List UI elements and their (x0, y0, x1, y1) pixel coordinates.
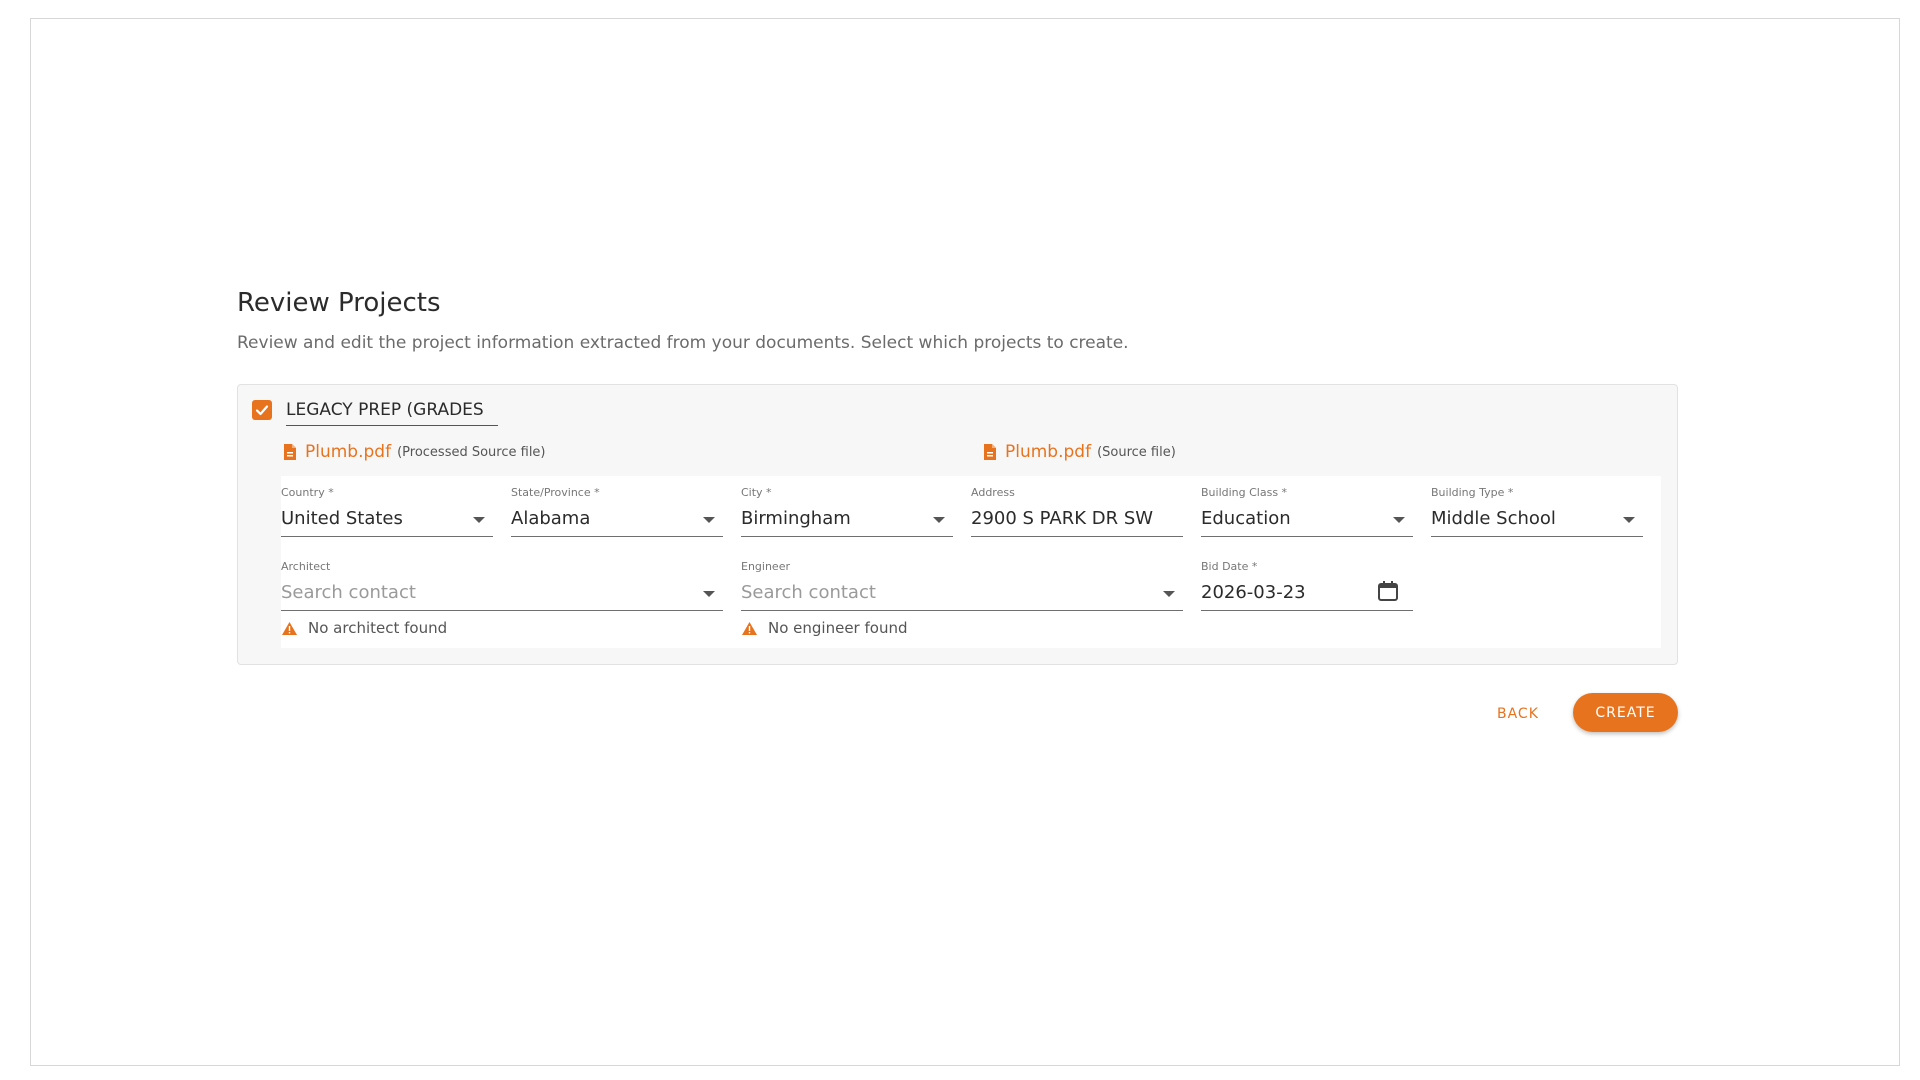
state-select[interactable]: State/Province * Alabama (511, 486, 723, 537)
country-label: Country * (281, 486, 334, 499)
chevron-down-icon[interactable] (933, 517, 945, 523)
project-fields: Country * United States State/Province *… (281, 476, 1661, 648)
engineer-placeholder: Search contact (741, 582, 876, 603)
create-button[interactable]: CREATE (1573, 693, 1678, 732)
project-checkbox[interactable] (252, 400, 272, 420)
field-underline (741, 610, 1183, 611)
calendar-icon[interactable] (1377, 580, 1399, 602)
source-file-note: (Source file) (1097, 444, 1176, 460)
field-underline (1201, 610, 1413, 611)
chevron-down-icon[interactable] (1163, 591, 1175, 597)
architect-placeholder: Search contact (281, 582, 416, 603)
engineer-search[interactable]: Engineer Search contact (741, 560, 1183, 611)
field-underline (281, 536, 493, 537)
back-button[interactable]: BACK (1489, 700, 1547, 728)
architect-search[interactable]: Architect Search contact (281, 560, 723, 611)
chevron-down-icon[interactable] (703, 517, 715, 523)
building-type-value: Middle School (1431, 508, 1556, 529)
warning-icon (742, 621, 757, 635)
source-file: Plumb.pdf (Source file) (983, 442, 1176, 462)
field-underline (1431, 536, 1643, 537)
chevron-down-icon[interactable] (1393, 517, 1405, 523)
engineer-warning-text: No engineer found (768, 619, 908, 637)
checkmark-icon (255, 405, 269, 416)
city-label: City * (741, 486, 772, 499)
field-underline (1201, 536, 1413, 537)
processed-file-link[interactable]: Plumb.pdf (305, 442, 391, 462)
building-class-select[interactable]: Building Class * Education (1201, 486, 1413, 537)
chevron-down-icon[interactable] (473, 517, 485, 523)
processed-file-note: (Processed Source file) (397, 444, 546, 460)
state-value: Alabama (511, 508, 591, 529)
address-label: Address (971, 486, 1015, 499)
architect-warning-text: No architect found (308, 619, 448, 637)
building-type-label: Building Type * (1431, 486, 1514, 499)
file-icon (284, 444, 296, 460)
architect-label: Architect (281, 560, 331, 573)
engineer-warning: No engineer found (741, 619, 907, 637)
city-value: Birmingham (741, 508, 851, 529)
project-name-input[interactable]: LEGACY PREP (GRADES (286, 395, 498, 426)
file-icon (984, 444, 996, 460)
country-select[interactable]: Country * United States (281, 486, 493, 537)
bid-date-value: 2026-03-23 (1201, 582, 1306, 603)
bid-date-label: Bid Date * (1201, 560, 1258, 573)
building-class-value: Education (1201, 508, 1291, 529)
address-field[interactable]: Address 2900 S PARK DR SW (971, 486, 1183, 537)
field-underline (741, 536, 953, 537)
warning-icon (282, 621, 297, 635)
architect-warning: No architect found (281, 619, 447, 637)
chevron-down-icon[interactable] (703, 591, 715, 597)
country-value: United States (281, 508, 403, 529)
engineer-label: Engineer (741, 560, 790, 573)
field-underline (511, 536, 723, 537)
source-file-link[interactable]: Plumb.pdf (1005, 442, 1091, 462)
page-title: Review Projects (237, 288, 441, 318)
field-underline (971, 536, 1183, 537)
processed-source-file: Plumb.pdf (Processed Source file) (283, 442, 546, 462)
building-type-select[interactable]: Building Type * Middle School (1431, 486, 1643, 537)
bid-date-field[interactable]: Bid Date * 2026-03-23 (1201, 560, 1413, 611)
page-subtitle: Review and edit the project information … (237, 333, 1129, 353)
city-select[interactable]: City * Birmingham (741, 486, 953, 537)
building-class-label: Building Class * (1201, 486, 1288, 499)
address-value: 2900 S PARK DR SW (971, 508, 1154, 529)
state-label: State/Province * (511, 486, 600, 499)
project-card: LEGACY PREP (GRADES Plumb.pdf (Processed… (237, 384, 1678, 665)
field-underline (281, 610, 723, 611)
chevron-down-icon[interactable] (1623, 517, 1635, 523)
